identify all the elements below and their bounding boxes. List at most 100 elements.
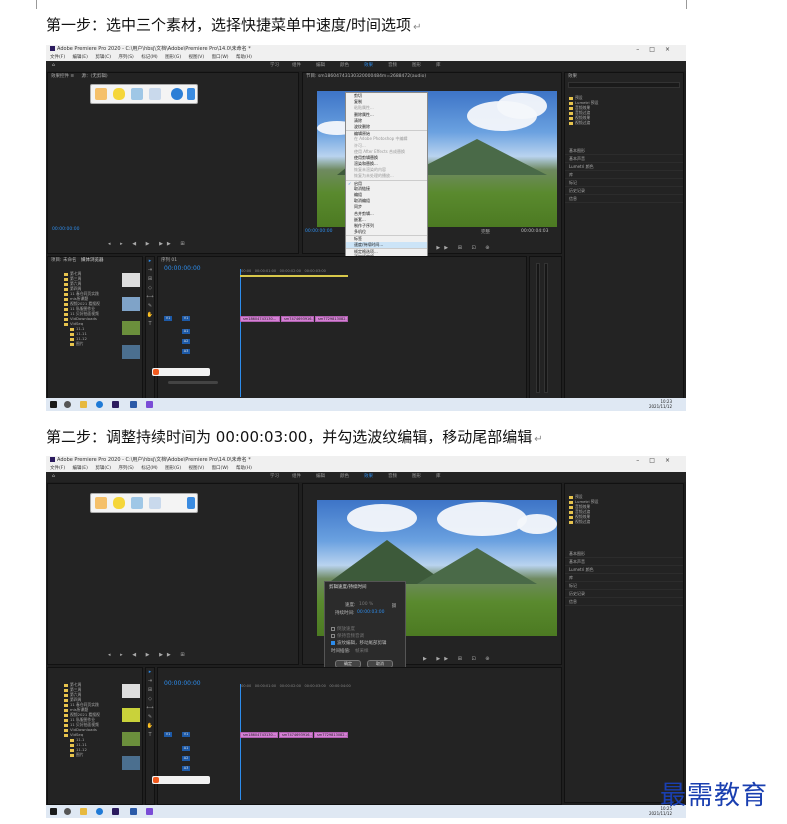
source-timecode[interactable]: 00:00:00:00 [52,227,79,232]
right-section-sound[interactable]: 基本声音 [565,155,683,163]
menu-edit[interactable]: 编辑(E) [73,55,88,60]
type-tool-icon[interactable]: T [146,731,154,740]
right-section-libraries[interactable]: 库 [565,171,683,179]
premiere-taskbar-icon[interactable] [112,808,119,815]
effects-tree-item[interactable]: 视频过渡 [569,120,598,125]
timeline-clip[interactable]: sm7474693916... [279,732,313,738]
timeline-playhead[interactable] [240,684,241,800]
right-section-info[interactable]: 信息 [565,598,683,606]
bin-folder-item[interactable]: 图片 [64,341,100,346]
menu-clip[interactable]: 剪辑(C) [95,55,111,60]
time-interpolation-select[interactable]: 帧采样 [355,648,369,654]
bin-thumbnail[interactable] [122,297,140,311]
workspace-tab-color[interactable]: 颜色 [340,472,349,482]
type-tool-icon[interactable]: T [146,320,154,329]
razor-tool-icon[interactable]: ◇ [146,284,154,293]
track-v1-label[interactable]: V1 [182,732,190,737]
menu-graphics[interactable]: 图形(G) [165,466,181,471]
sequence-timecode[interactable]: 00:00:00:00 [164,265,201,272]
menu-marker[interactable]: 标记(M) [141,466,157,471]
bin-thumbnail[interactable] [122,345,140,359]
workspace-tab-libraries[interactable]: 库 [436,61,441,71]
menu-help[interactable]: 帮助(H) [236,55,252,60]
export-icon[interactable] [149,88,161,100]
menu-clip[interactable]: 剪辑(C) [95,466,111,471]
selection-tool-icon[interactable]: ▸ [146,257,154,266]
collapse-icon[interactable] [187,88,195,100]
edge-icon[interactable] [96,401,103,408]
track-a3-label[interactable]: A3 [182,766,190,771]
duration-input[interactable]: 00:00:03:00 [357,610,384,615]
help-icon[interactable] [171,88,183,100]
track-a2-label[interactable]: A2 [182,756,190,761]
file-explorer-icon[interactable] [80,808,87,815]
sequence-timecode[interactable]: 00:00:00:00 [164,680,201,687]
track-v1-target[interactable]: V1 [164,316,172,321]
track-a3-label[interactable]: A3 [182,349,190,354]
menu-window[interactable]: 窗口(W) [212,466,229,471]
windows-start-icon[interactable] [50,808,57,815]
bin-thumbnail[interactable] [122,321,140,335]
bin-thumbnail[interactable] [122,708,140,722]
track-a1-label[interactable]: A1 [182,329,190,334]
right-section-lumetri[interactable]: Lumetri 颜色 [565,566,683,574]
home-icon[interactable]: ⌂ [52,472,55,482]
hand-icon[interactable] [95,497,107,509]
right-section-markers[interactable]: 标记 [565,179,683,187]
workspace-tab-audio[interactable]: 音频 [388,472,397,482]
right-section-sound[interactable]: 基本声音 [565,558,683,566]
workspace-tab-graphics[interactable]: 图形 [412,472,421,482]
menu-view[interactable]: 视图(V) [189,55,205,60]
workspace-tab-assembly[interactable]: 组件 [292,472,301,482]
menu-file[interactable]: 文件(F) [50,466,65,471]
bin-thumbnail[interactable] [122,756,140,770]
selection-tool-icon[interactable]: ▸ [146,668,154,677]
hand-tool-icon[interactable]: ✋ [146,722,154,731]
comment-icon[interactable] [113,88,125,100]
ripple-edit-checkbox[interactable]: 波纹编辑，移动尾部剪辑 [331,640,387,646]
workspace-tab-color[interactable]: 颜色 [340,61,349,71]
right-section-graphics[interactable]: 基本图形 [565,147,683,155]
app-icon[interactable] [146,401,153,408]
slip-tool-icon[interactable]: ⟷ [146,293,154,302]
track-a1-label[interactable]: A1 [182,746,190,751]
tab-project[interactable]: 项目: 未命名 [51,258,76,263]
workspace-tab-audio[interactable]: 音频 [388,61,397,71]
bin-thumbnail[interactable] [122,273,140,287]
workspace-tab-learn[interactable]: 学习 [270,472,279,482]
program-transport-controls[interactable]: ▶ ▶▶ ⊞ ⊡ ⊕ [423,656,493,662]
search-icon[interactable] [64,808,71,815]
bin-folder-item[interactable]: 图片 [64,752,100,757]
windows-start-icon[interactable] [50,401,57,408]
word-icon[interactable] [130,401,137,408]
link-chain-icon[interactable]: ⛓ [391,604,397,609]
edge-icon[interactable] [96,808,103,815]
fit-dropdown[interactable]: 完整 [481,229,490,235]
home-icon[interactable]: ⌂ [52,61,55,71]
workspace-tab-assembly[interactable]: 组件 [292,61,301,71]
menu-graphics[interactable]: 图形(G) [165,55,181,60]
window-controls[interactable]: –□× [636,456,680,465]
input-method-bar[interactable] [152,776,210,784]
window-controls[interactable]: –□× [636,45,680,54]
right-section-info[interactable]: 信息 [565,195,683,203]
keep-pitch-checkbox[interactable]: 保持音频音调 [331,633,364,639]
hand-tool-icon[interactable]: ✋ [146,311,154,320]
workspace-tab-effects[interactable]: 效果 [364,61,373,71]
menu-marker[interactable]: 标记(M) [141,55,157,60]
source-transport-controls[interactable]: ◂ ▸ ◀ ▶ ▶▶ ⊞ [108,652,189,658]
right-section-graphics[interactable]: 基本图形 [565,550,683,558]
workspace-tab-effects[interactable]: 效果 [364,472,373,482]
export-icon[interactable] [149,497,161,509]
track-v1-target[interactable]: V1 [164,732,172,737]
workspace-tab-graphics[interactable]: 图形 [412,61,421,71]
workspace-tab-edit[interactable]: 编辑 [316,472,325,482]
effects-tree-item[interactable]: 视频过渡 [569,519,598,524]
workspace-tab-learn[interactable]: 学习 [270,61,279,71]
timeline-clip[interactable]: sm7474693916... [281,316,314,322]
right-section-history[interactable]: 历史记录 [565,187,683,195]
slip-tool-icon[interactable]: ⟷ [146,704,154,713]
timeline-clip[interactable]: sm7729813082... [315,316,348,322]
word-icon[interactable] [130,808,137,815]
speed-value[interactable]: 100 % [359,602,373,607]
